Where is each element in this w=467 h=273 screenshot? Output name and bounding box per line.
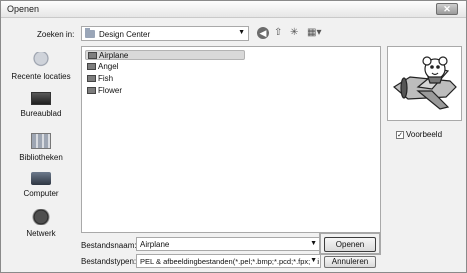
filetype-value: PEL & afbeeldingbestanden(*.pel;*.bmp;*.… <box>140 257 320 266</box>
place-label: Recente locaties <box>11 72 71 81</box>
filename-value: Airplane <box>140 240 170 249</box>
look-in-dropdown[interactable]: Design Center ▼ <box>81 26 249 41</box>
desktop-icon <box>31 92 51 105</box>
filename-input[interactable]: Airplane ▼ <box>136 237 321 251</box>
open-dialog: Openen ✕ Zoeken in: Design Center ▼ ◀ ⇧ … <box>0 0 467 273</box>
folder-icon <box>85 28 95 38</box>
place-label: Bibliotheken <box>19 153 63 162</box>
place-label: Netwerk <box>26 229 56 238</box>
place-recent[interactable]: Recente locaties <box>3 52 79 81</box>
network-icon <box>31 209 51 225</box>
file-name: Fish <box>98 74 114 83</box>
filetype-label: Bestandstypen: <box>81 257 137 266</box>
place-label: Bureaublad <box>20 109 62 118</box>
file-item[interactable]: Airplane <box>85 50 245 60</box>
pattern-file-icon <box>88 52 97 59</box>
up-folder-icon[interactable]: ⇧ <box>274 27 282 38</box>
preview-checkbox-label: Voorbeeld <box>406 130 443 139</box>
cancel-button[interactable]: Annuleren <box>324 256 376 268</box>
place-network[interactable]: Netwerk <box>3 209 79 238</box>
file-name: Angel <box>98 62 119 71</box>
close-button[interactable]: ✕ <box>436 3 458 15</box>
filename-label: Bestandsnaam: <box>81 241 137 250</box>
airplane-bear-preview <box>392 56 457 110</box>
title-bar: Openen ✕ <box>1 1 466 18</box>
check-icon[interactable]: ✓ <box>396 130 404 139</box>
chevron-down-icon[interactable]: ▼ <box>310 257 317 264</box>
preview-checkbox[interactable]: ✓ Voorbeeld <box>396 130 442 139</box>
pattern-file-icon <box>87 87 96 94</box>
place-libraries[interactable]: Bibliotheken <box>3 133 79 162</box>
look-in-label: Zoeken in: <box>37 30 75 39</box>
pattern-file-icon <box>87 63 96 70</box>
recent-places-icon <box>31 52 51 68</box>
file-item[interactable]: Fish <box>85 74 245 84</box>
pattern-file-icon <box>87 75 96 82</box>
back-icon[interactable]: ◀ <box>257 27 269 39</box>
preview-pane <box>387 46 462 121</box>
file-name: Airplane <box>99 51 129 60</box>
file-list[interactable]: Airplane Angel Fish Flower <box>81 46 381 233</box>
computer-icon <box>31 172 51 185</box>
place-computer[interactable]: Computer <box>3 172 79 198</box>
chevron-down-icon[interactable]: ▼ <box>310 240 317 247</box>
file-item[interactable]: Angel <box>85 62 245 72</box>
places-bar: Recente locaties Bureaublad Bibliotheken… <box>3 46 79 256</box>
dialog-title: Openen <box>7 4 40 14</box>
libraries-icon <box>31 133 51 149</box>
close-icon: ✕ <box>443 4 451 14</box>
new-folder-icon[interactable]: ✳ <box>290 27 298 38</box>
place-desktop[interactable]: Bureaublad <box>3 92 79 118</box>
place-label: Computer <box>23 189 59 198</box>
open-button[interactable]: Openen <box>324 237 376 252</box>
look-in-value: Design Center <box>99 30 151 39</box>
file-item[interactable]: Flower <box>85 86 245 96</box>
filetype-select[interactable]: PEL & afbeeldingbestanden(*.pel;*.bmp;*.… <box>136 254 321 268</box>
chevron-down-icon: ▼ <box>238 29 245 36</box>
view-menu-icon[interactable]: ▦▾ <box>307 27 321 38</box>
file-name: Flower <box>98 86 123 95</box>
